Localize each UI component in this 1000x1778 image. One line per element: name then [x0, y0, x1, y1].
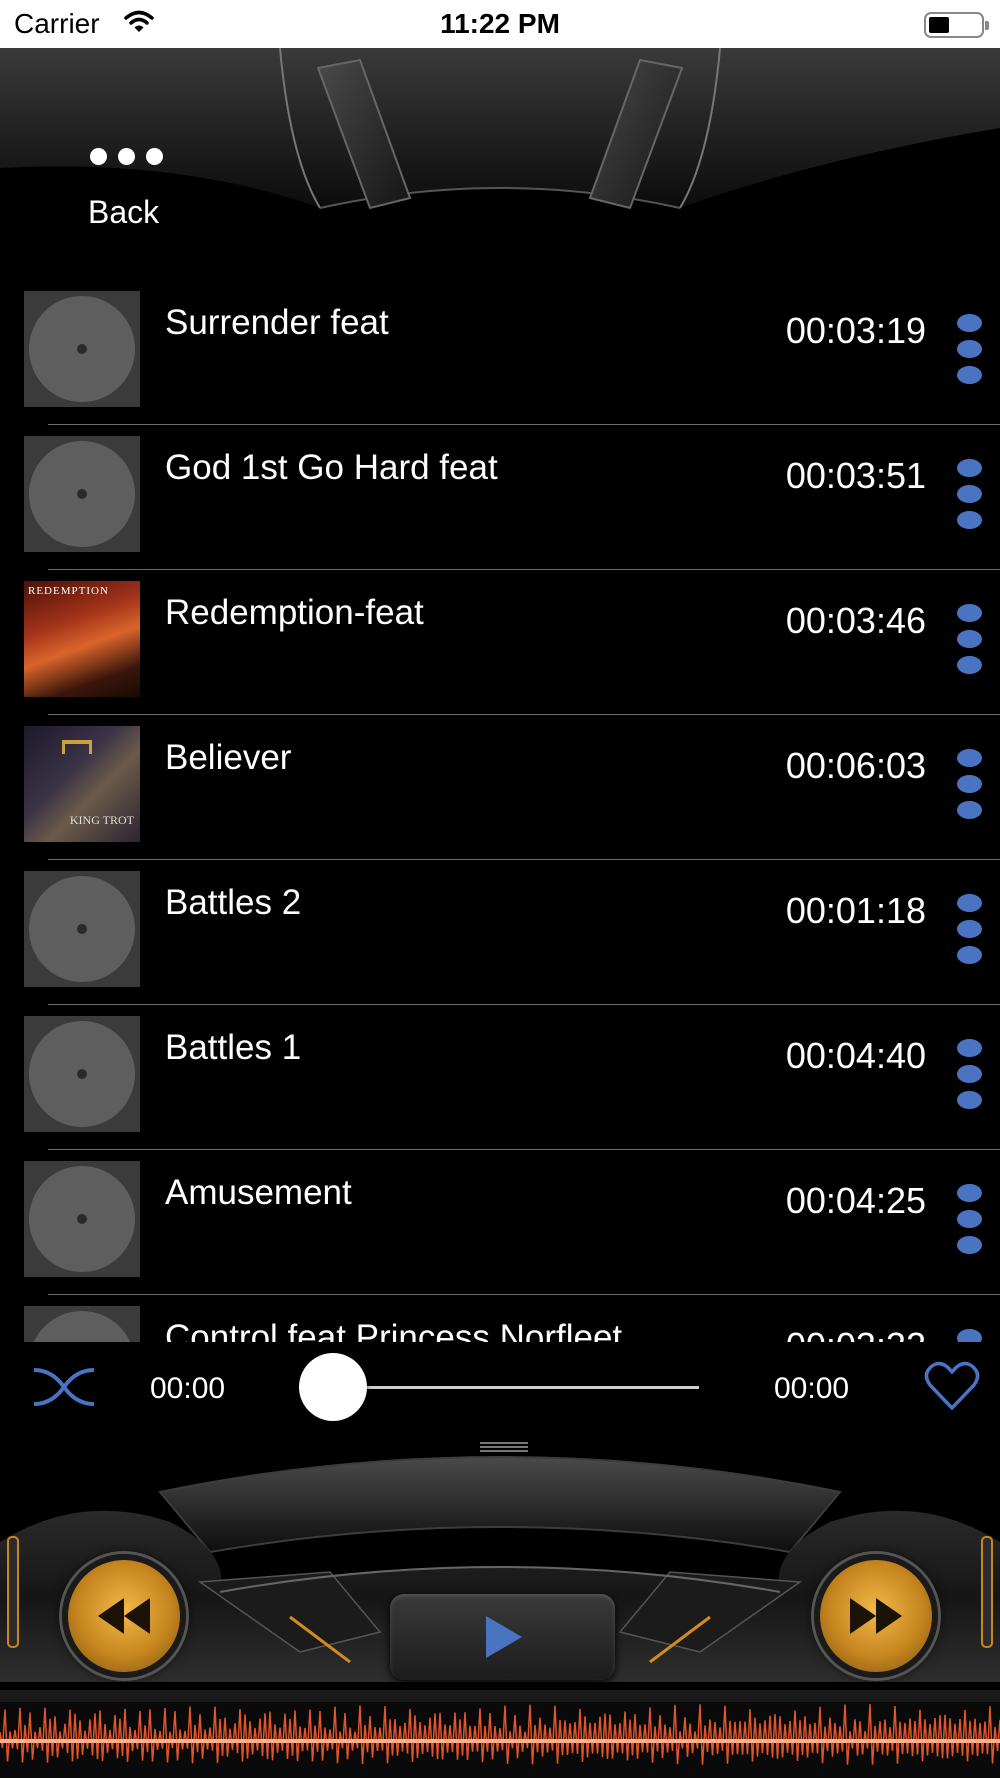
heart-icon[interactable] [924, 1360, 980, 1412]
track-row[interactable]: Control feat Princess Norfleet 00:03:32 [0, 1295, 1000, 1342]
track-title: Believer [165, 738, 292, 777]
album-art-text: REDEMPTION [28, 585, 109, 597]
waveform-graphic [0, 1704, 1000, 1765]
track-title: Redemption-feat [165, 593, 424, 632]
track-title: God 1st Go Hard feat [165, 448, 498, 487]
progress-row: 00:00 00:00 [0, 1342, 1000, 1432]
audio-waveform [0, 1702, 1000, 1778]
drawer-handle[interactable] [480, 1442, 528, 1454]
track-options-button[interactable] [954, 604, 984, 680]
track-list[interactable]: Surrender feat 00:03:19 God 1st Go Hard … [0, 280, 1000, 1342]
track-duration: 00:03:19 [785, 310, 926, 351]
disc-placeholder-icon [24, 1306, 140, 1342]
track-options-button[interactable] [954, 1329, 984, 1342]
waveform-line [0, 1704, 1000, 1765]
track-options-button[interactable] [954, 1184, 984, 1260]
album-art-text: KING TROT [69, 813, 134, 827]
elapsed-time: 00:00 [150, 1372, 226, 1405]
playback-deck [0, 1432, 1000, 1702]
track-title: Amusement [165, 1173, 352, 1212]
disc-placeholder-icon [24, 291, 140, 407]
track-duration: 00:04:40 [785, 1035, 926, 1076]
track-title: Battles 2 [165, 883, 302, 922]
play-icon [486, 1616, 522, 1658]
progress-slider-thumb[interactable] [299, 1353, 367, 1421]
rewind-button[interactable] [62, 1554, 186, 1678]
rewind-icon [98, 1598, 150, 1634]
track-title: Surrender feat [165, 303, 389, 342]
back-label: Back [88, 194, 160, 230]
track-row[interactable]: God 1st Go Hard feat 00:03:51 [0, 425, 1000, 570]
progress-slider[interactable] [334, 1386, 699, 1389]
back-button[interactable]: Back [84, 98, 184, 230]
track-duration: 00:03:32 [786, 1325, 926, 1342]
track-row[interactable]: Amusement 00:04:25 [0, 1150, 1000, 1295]
track-row[interactable]: Battles 2 00:01:18 [0, 860, 1000, 1005]
disc-placeholder-icon [24, 436, 140, 552]
track-duration: 00:04:25 [785, 1180, 926, 1221]
track-duration: 00:03:51 [785, 455, 926, 496]
track-options-button[interactable] [954, 749, 984, 825]
track-duration: 00:06:03 [785, 745, 926, 786]
disc-placeholder-icon [24, 871, 140, 987]
waveform-center-line [0, 1739, 1000, 1743]
fast-forward-icon [850, 1598, 902, 1634]
status-time: 11:22 PM [440, 8, 560, 39]
play-button[interactable] [390, 1594, 615, 1680]
total-time: 00:00 [774, 1372, 850, 1405]
track-row[interactable]: KING TROT Believer 00:06:03 [0, 715, 1000, 860]
fast-forward-button[interactable] [814, 1554, 938, 1678]
track-title: Control feat Princess Norfleet [165, 1318, 623, 1342]
track-options-button[interactable] [954, 314, 984, 390]
crown-icon [62, 740, 92, 754]
track-options-button[interactable] [954, 1039, 984, 1115]
track-row[interactable]: REDEMPTION Redemption-feat 00:03:46 [0, 570, 1000, 715]
shuffle-icon[interactable] [32, 1362, 96, 1412]
header: Back [0, 48, 1000, 238]
track-options-button[interactable] [954, 894, 984, 970]
track-title: Battles 1 [165, 1028, 302, 1067]
disc-placeholder-icon [24, 1016, 140, 1132]
album-art: KING TROT [24, 726, 140, 842]
track-options-button[interactable] [954, 459, 984, 535]
battery-icon [924, 12, 989, 38]
more-dots-icon [90, 148, 163, 165]
track-duration: 00:01:18 [785, 890, 926, 931]
track-row[interactable]: Battles 1 00:04:40 [0, 1005, 1000, 1150]
album-art: REDEMPTION [24, 581, 140, 697]
track-row[interactable]: Surrender feat 00:03:19 [0, 280, 1000, 425]
track-duration: 00:03:46 [785, 600, 926, 641]
status-bar: Carrier 11:22 PM [0, 0, 1000, 48]
disc-placeholder-icon [24, 1161, 140, 1277]
